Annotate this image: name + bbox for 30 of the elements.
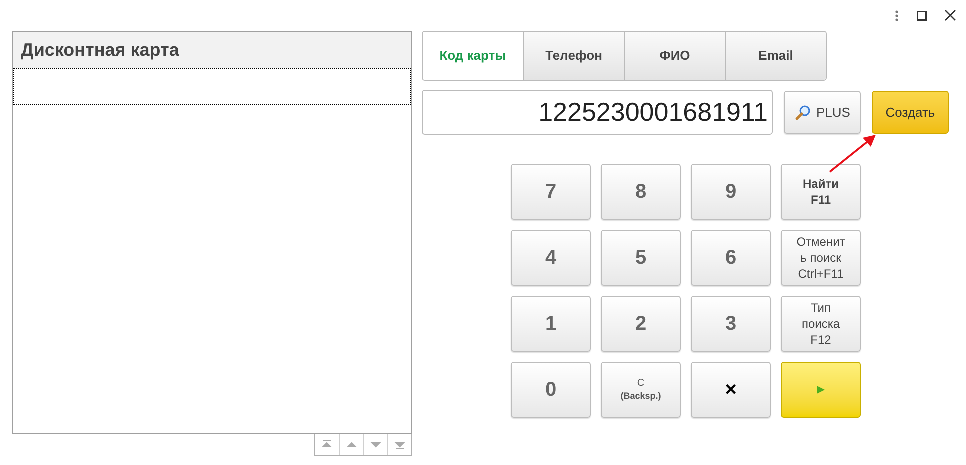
digit-key[interactable]: 5 bbox=[601, 230, 681, 286]
card-code-field[interactable]: 1225230001681911 bbox=[422, 90, 773, 135]
backspace-key[interactable]: C (Backsp.) bbox=[601, 362, 681, 418]
search-option-key[interactable]: Тип поиска F12 bbox=[781, 296, 861, 352]
plus-button[interactable]: PLUS bbox=[784, 91, 861, 134]
clear-key[interactable]: × bbox=[691, 362, 771, 418]
close-icon[interactable] bbox=[945, 10, 956, 21]
digit-key[interactable]: 3 bbox=[691, 296, 771, 352]
tab[interactable]: Телефон bbox=[523, 32, 624, 80]
digit-key[interactable]: 1 bbox=[511, 296, 591, 352]
digit-key[interactable]: 2 bbox=[601, 296, 681, 352]
digit-key[interactable]: 9 bbox=[691, 164, 771, 220]
tab[interactable]: Email bbox=[725, 32, 826, 80]
first-page-icon bbox=[321, 438, 333, 450]
digit-key[interactable]: 0 bbox=[511, 362, 591, 418]
more-icon[interactable] bbox=[895, 10, 899, 22]
digit-key[interactable]: 4 bbox=[511, 230, 591, 286]
digit-key[interactable]: 7 bbox=[511, 164, 591, 220]
find-key[interactable]: Найти F11 bbox=[781, 164, 861, 220]
search-icon bbox=[794, 104, 811, 120]
create-button[interactable]: Создать bbox=[872, 91, 949, 134]
digit-key[interactable]: 6 bbox=[691, 230, 771, 286]
table-row[interactable] bbox=[13, 68, 411, 105]
search-option-key[interactable]: Отменит ь поиск Ctrl+F11 bbox=[781, 230, 861, 286]
column-header: Дисконтная карта bbox=[13, 32, 411, 68]
maximize-icon[interactable] bbox=[917, 10, 927, 20]
enter-key[interactable] bbox=[781, 362, 861, 418]
play-icon bbox=[816, 385, 826, 395]
digit-key[interactable]: 8 bbox=[601, 164, 681, 220]
tab[interactable]: ФИО bbox=[624, 32, 725, 80]
